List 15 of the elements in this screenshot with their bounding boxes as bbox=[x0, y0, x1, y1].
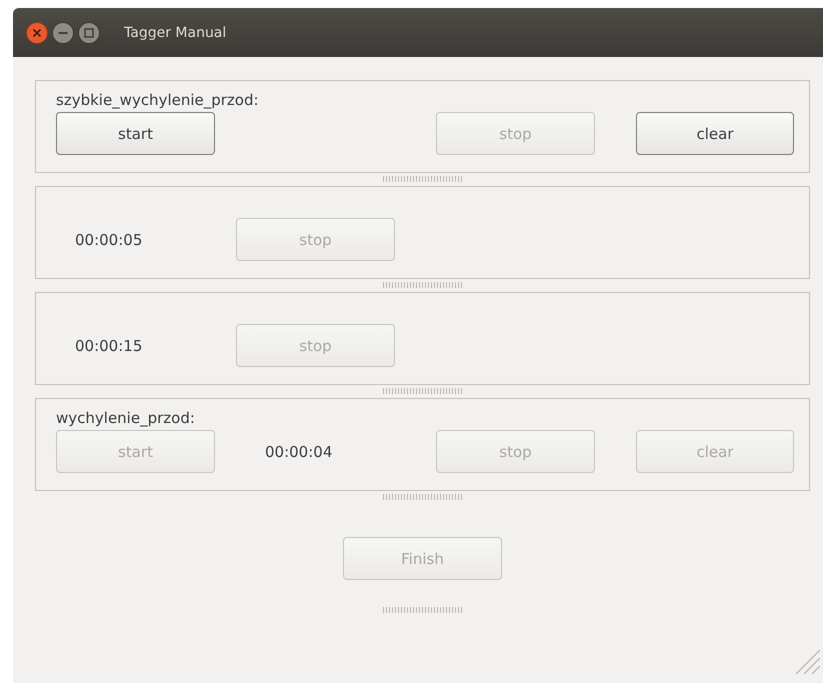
panel-label: szybkie_wychylenie_przod: bbox=[56, 91, 260, 111]
timer-text: 00:00:15 bbox=[75, 336, 142, 354]
splitter-handle[interactable] bbox=[382, 176, 462, 182]
splitter-handle[interactable] bbox=[382, 282, 462, 288]
timer-text: 00:00:04 bbox=[264, 442, 332, 460]
close-icon[interactable] bbox=[26, 22, 48, 44]
window-title: Tagger Manual bbox=[124, 24, 226, 40]
timer-text: 00:00:05 bbox=[75, 230, 142, 248]
clear-button[interactable]: clear bbox=[636, 112, 794, 155]
splitter-handle[interactable] bbox=[382, 388, 462, 394]
minimize-icon[interactable] bbox=[52, 22, 74, 44]
maximize-icon[interactable] bbox=[78, 22, 100, 44]
panel-label: wychylenie_przod: bbox=[56, 409, 196, 429]
start-button[interactable]: start bbox=[56, 112, 215, 155]
splitter-handle[interactable] bbox=[382, 494, 462, 500]
